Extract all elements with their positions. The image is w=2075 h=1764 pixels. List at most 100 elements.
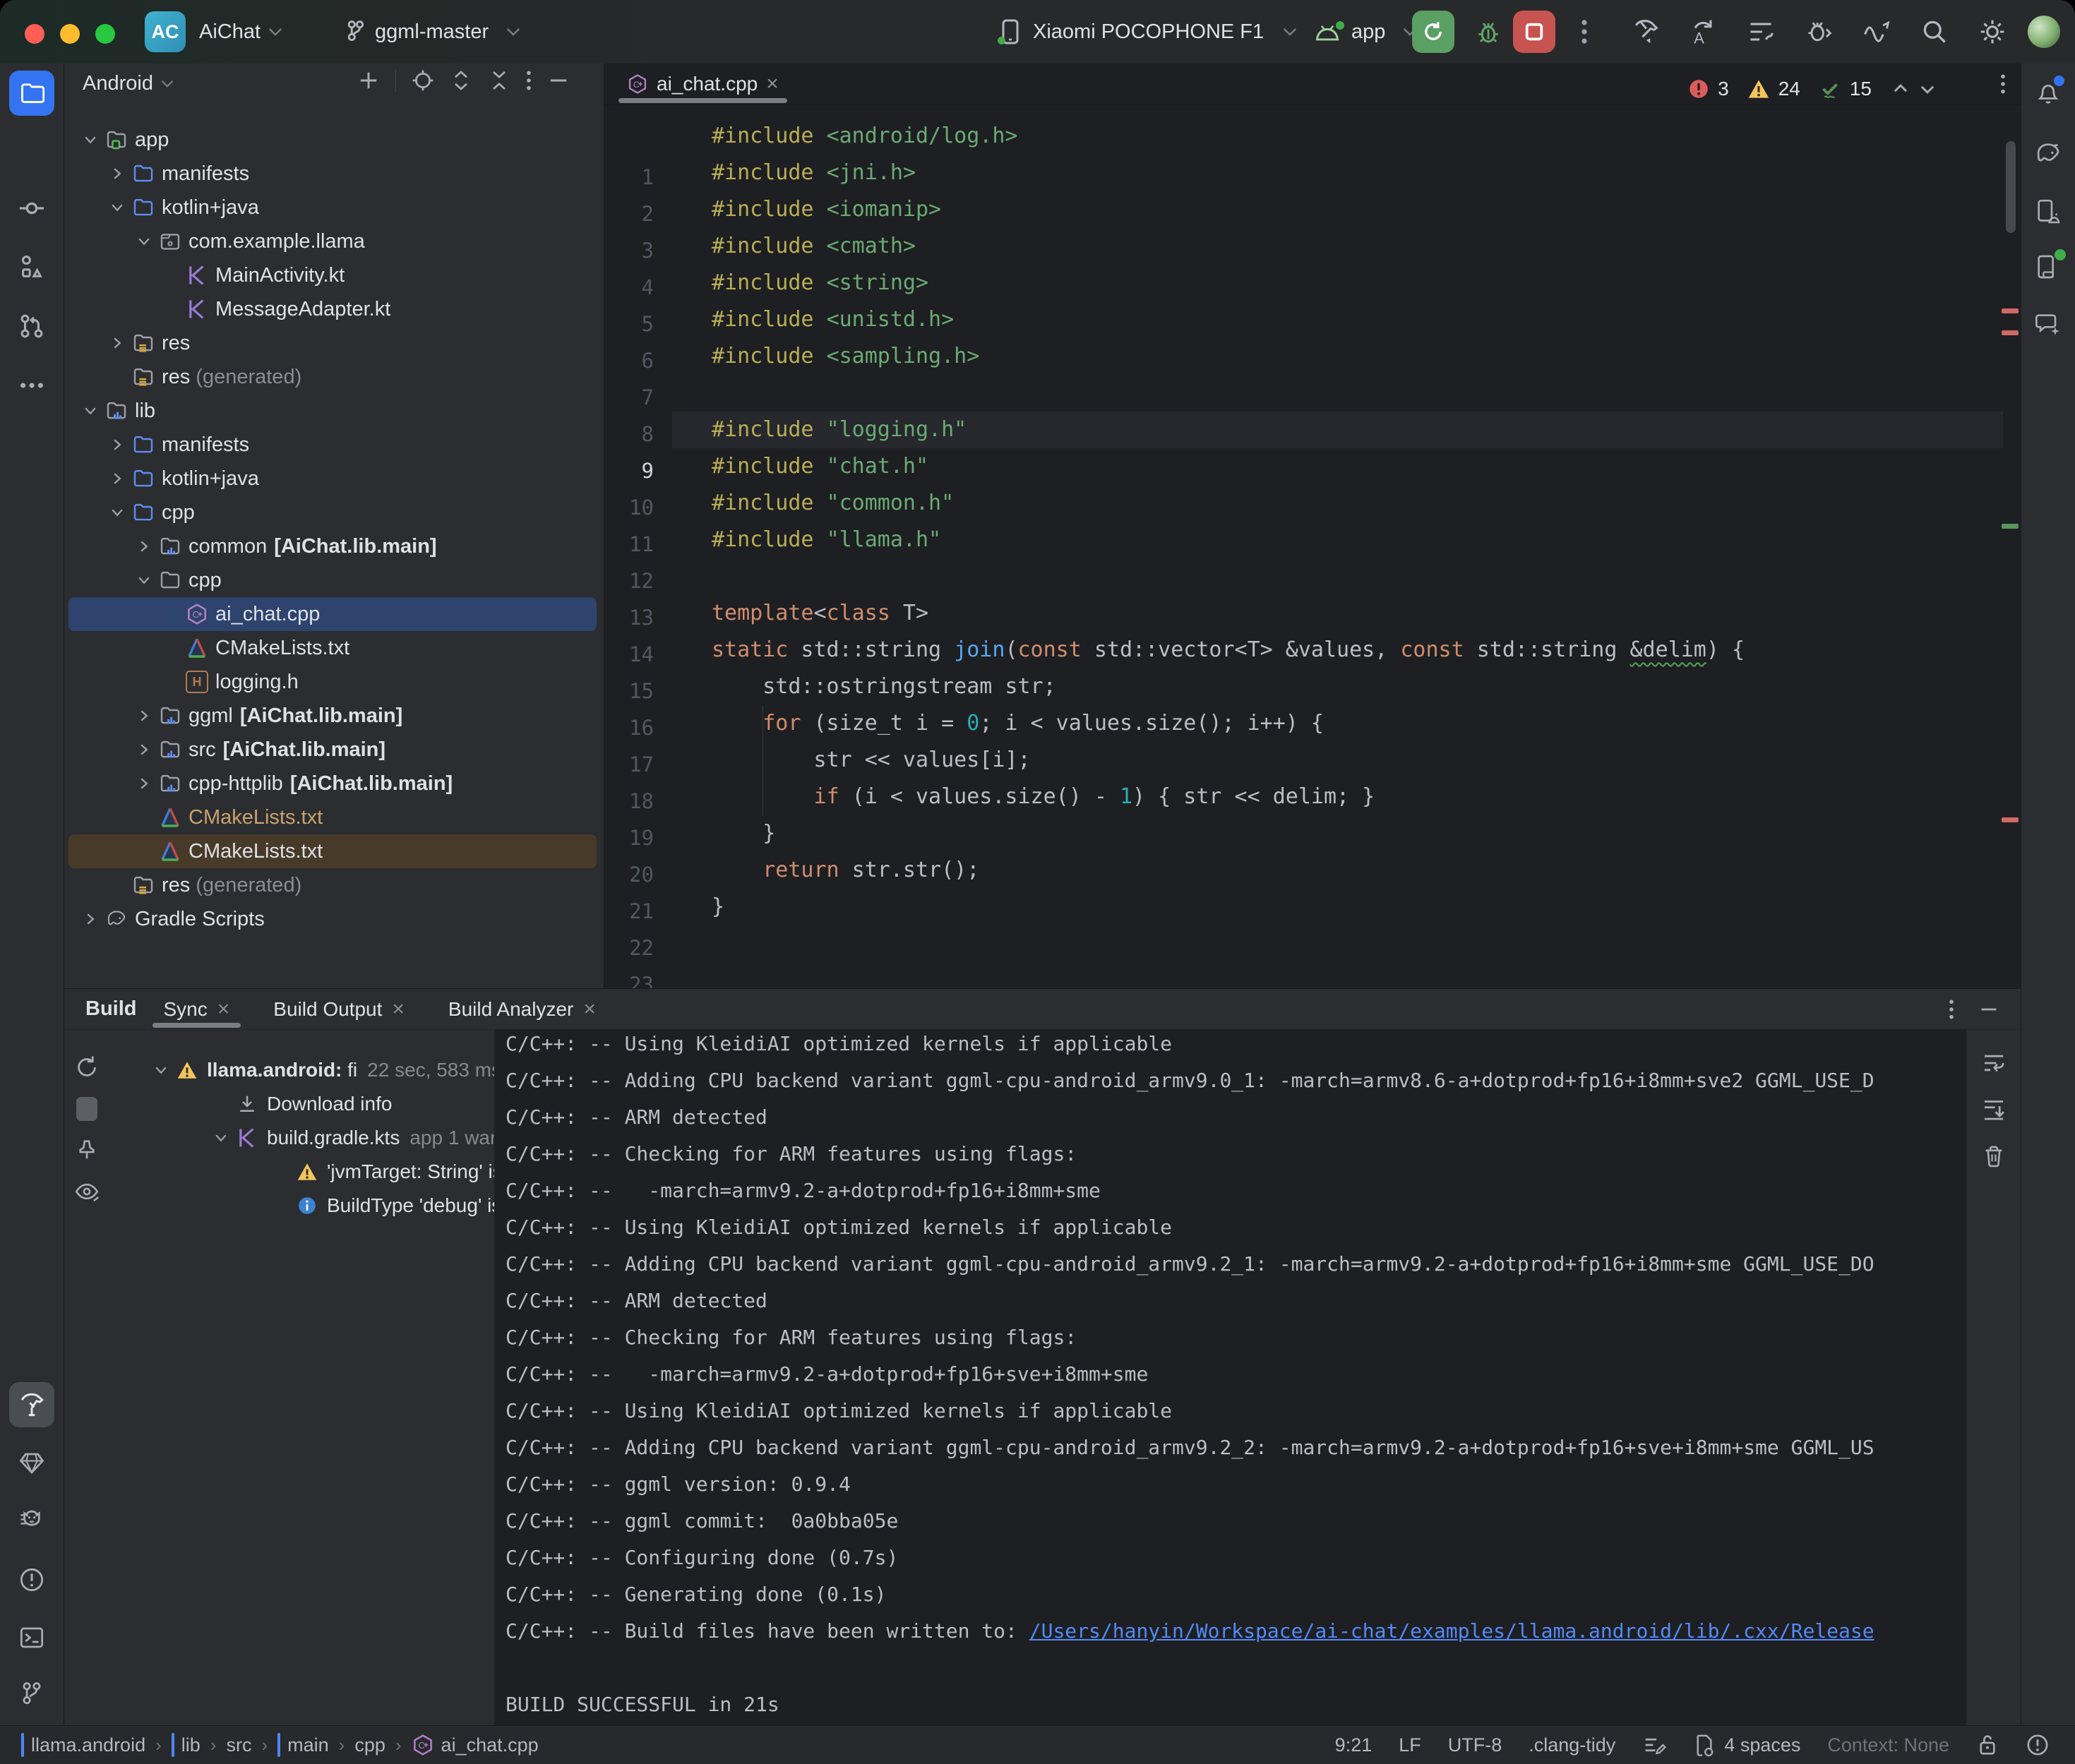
- add-icon[interactable]: [357, 69, 380, 92]
- tree-item-ai-chat-cpp[interactable]: Cai_chat.cpp: [68, 597, 597, 631]
- tree-item-res[interactable]: res(generated): [68, 868, 597, 902]
- more-tools-icon[interactable]: [9, 363, 54, 408]
- hide-build-panel-icon[interactable]: [1978, 999, 1999, 1020]
- tree-item-common[interactable]: common[AiChat.lib.main]: [68, 529, 597, 563]
- tree-item-kotlin-java[interactable]: kotlin+java: [68, 191, 597, 224]
- pull-requests-tool-icon[interactable]: [9, 304, 54, 349]
- build-tree-item[interactable]: Download info: [109, 1087, 494, 1121]
- locate-file-icon[interactable]: [412, 69, 434, 92]
- profiler-icon[interactable]: [1861, 16, 1892, 47]
- restart-sync-icon[interactable]: [74, 1055, 100, 1080]
- running-devices-icon[interactable]: [2026, 244, 2071, 289]
- tree-item-ggml[interactable]: ggml[AiChat.lib.main]: [68, 699, 597, 733]
- debug-button[interactable]: [1467, 11, 1509, 53]
- tree-item-cpp[interactable]: cpp: [68, 496, 597, 529]
- tab-ai-chat-cpp[interactable]: C ai_chat.cpp ×: [614, 64, 791, 104]
- error-stripe-mark[interactable]: [2002, 330, 2019, 335]
- breadcrumb-item-src[interactable]: src: [226, 1734, 251, 1756]
- build-icon[interactable]: [1629, 16, 1661, 47]
- line-ending[interactable]: LF: [1399, 1734, 1421, 1756]
- scroll-to-end-icon[interactable]: [1981, 1097, 2007, 1122]
- user-avatar[interactable]: [2028, 16, 2060, 48]
- stop-sync-icon[interactable]: [76, 1097, 97, 1121]
- encoding[interactable]: UTF-8: [1448, 1734, 1502, 1756]
- search-icon[interactable]: [1919, 16, 1950, 47]
- attach-debugger-icon[interactable]: [1803, 16, 1834, 47]
- tree-item-mainactivity-kt[interactable]: MainActivity.kt: [68, 258, 597, 292]
- unlock-icon[interactable]: [1976, 1733, 1999, 1757]
- project-tool-icon[interactable]: [9, 71, 54, 116]
- minimize-window-button[interactable]: [60, 24, 80, 44]
- build-tree-item[interactable]: 'jvmTarget: String' is deprec: [109, 1155, 494, 1189]
- build-tree-item[interactable]: llama.android: fi22 sec, 583 ms: [109, 1053, 494, 1087]
- editor-options-icon[interactable]: [2000, 73, 2006, 95]
- breadcrumb-item-lib[interactable]: lib: [172, 1734, 201, 1756]
- stop-button[interactable]: [1513, 11, 1555, 53]
- breadcrumb-item-ai-chat-cpp[interactable]: Cai_chat.cpp: [412, 1734, 539, 1756]
- code-style-icon[interactable]: [1642, 1733, 1666, 1757]
- gradle-tool-icon[interactable]: [2026, 131, 2071, 176]
- inspections-widget[interactable]: 3 24 15: [1688, 78, 1937, 100]
- close-tab-icon[interactable]: ×: [583, 997, 596, 1021]
- tree-item-manifests[interactable]: manifests: [68, 428, 597, 462]
- build-tab-sync[interactable]: Sync×: [147, 989, 247, 1029]
- branch-selector[interactable]: ggml-master: [344, 0, 521, 64]
- clang-tidy[interactable]: .clang-tidy: [1529, 1734, 1615, 1756]
- tree-item-res[interactable]: res: [68, 326, 597, 360]
- run-configuration-selector[interactable]: app: [1313, 0, 1418, 64]
- logcat-tool-icon[interactable]: [9, 1499, 54, 1544]
- error-stripe-mark[interactable]: [2002, 308, 2019, 313]
- tree-item-cpp-httplib[interactable]: cpp-httplib[AiChat.lib.main]: [68, 767, 597, 800]
- build-options-icon[interactable]: [1949, 999, 1954, 1020]
- next-problem-icon[interactable]: [1918, 80, 1937, 98]
- clear-console-icon[interactable]: [1981, 1144, 2007, 1169]
- notifications-bell-icon[interactable]: [2026, 69, 2071, 114]
- soft-wrap-icon[interactable]: [1981, 1050, 2007, 1076]
- error-indicator-icon[interactable]: [2026, 1733, 2050, 1757]
- breadcrumb-item-cpp[interactable]: cpp: [354, 1734, 385, 1756]
- tree-item-app[interactable]: app: [68, 123, 597, 157]
- build-files-link[interactable]: /Users/hanyin/Workspace/ai-chat/examples…: [1029, 1619, 1874, 1643]
- breadcrumb-item-llama-android[interactable]: llama.android: [21, 1734, 145, 1756]
- indent-widget[interactable]: 4 spaces: [1693, 1733, 1800, 1757]
- tree-item-kotlin-java[interactable]: kotlin+java: [68, 462, 597, 496]
- prev-problem-icon[interactable]: [1891, 80, 1910, 98]
- close-tab-icon[interactable]: ×: [217, 997, 230, 1021]
- close-window-button[interactable]: [25, 24, 44, 44]
- device-selector[interactable]: Xiaomi POCOPHONE F1: [999, 0, 1298, 64]
- version-control-tool-icon[interactable]: [9, 1672, 54, 1717]
- tree-item-res[interactable]: res(generated): [68, 360, 597, 394]
- context-widget[interactable]: Context: None: [1827, 1734, 1949, 1756]
- apply-changes-icon[interactable]: A: [1687, 16, 1718, 47]
- more-actions-icon[interactable]: [1569, 16, 1600, 47]
- gemini-tool-icon[interactable]: [2026, 302, 2071, 347]
- build-tool-icon[interactable]: [9, 1382, 54, 1427]
- breadcrumb-item-main[interactable]: main: [277, 1734, 329, 1756]
- caret-position[interactable]: 9:21: [1335, 1734, 1373, 1756]
- structure-tool-icon[interactable]: [9, 244, 54, 289]
- hide-panel-icon[interactable]: [547, 69, 570, 92]
- collapse-all-icon[interactable]: [488, 69, 510, 92]
- error-stripe-mark[interactable]: [2002, 817, 2019, 822]
- tree-item-cmakelists-txt[interactable]: CMakeLists.txt: [68, 800, 597, 834]
- problems-tool-icon[interactable]: [9, 1557, 54, 1602]
- tree-item-lib[interactable]: lib: [68, 394, 597, 428]
- project-view-selector[interactable]: Android: [83, 69, 174, 97]
- profiler-sessions-icon[interactable]: [1745, 16, 1776, 47]
- tree-item-manifests[interactable]: manifests: [68, 157, 597, 191]
- close-tab-icon[interactable]: ×: [392, 997, 405, 1021]
- tree-item-cmakelists-txt[interactable]: CMakeLists.txt: [68, 631, 597, 665]
- project-selector[interactable]: AiChat: [199, 0, 283, 64]
- editor-scrollbar[interactable]: [2006, 141, 2016, 233]
- tree-item-logging-h[interactable]: Hlogging.h: [68, 665, 597, 699]
- tree-item-messageadapter-kt[interactable]: MessageAdapter.kt: [68, 292, 597, 326]
- close-tab-icon[interactable]: ×: [766, 72, 779, 96]
- panel-options-icon[interactable]: [526, 69, 532, 92]
- tree-item-com-example-llama[interactable]: com.example.llama: [68, 224, 597, 258]
- app-insights-tool-icon[interactable]: [9, 1441, 54, 1486]
- device-manager-icon[interactable]: [2026, 189, 2071, 234]
- expand-all-icon[interactable]: [450, 69, 472, 92]
- tree-item-src[interactable]: src[AiChat.lib.main]: [68, 733, 597, 767]
- build-tree-item[interactable]: build.gradle.ktsapp 1 warning: [109, 1121, 494, 1155]
- pin-icon[interactable]: [75, 1138, 99, 1162]
